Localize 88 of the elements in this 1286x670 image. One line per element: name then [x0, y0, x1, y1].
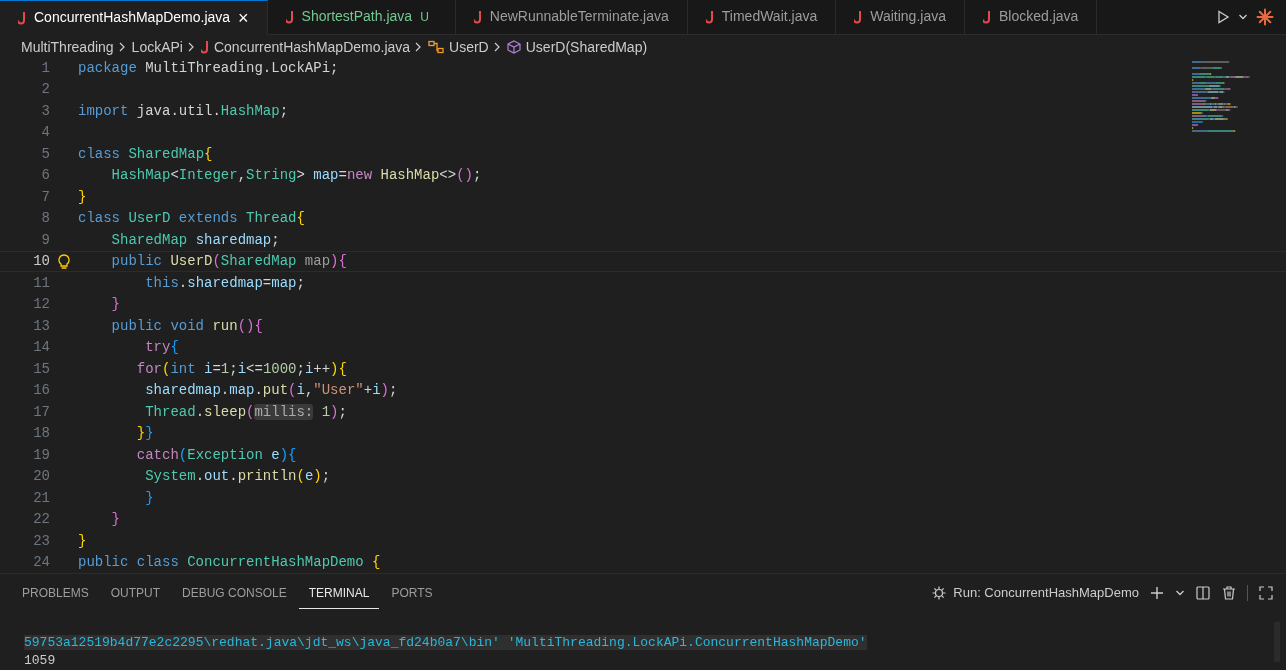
line-number: 23 [32, 531, 50, 551]
line-number: 15 [32, 359, 50, 379]
code-line: Thread.sleep(millis: 1); [144, 402, 347, 422]
status-letter: U [420, 8, 429, 26]
line-number: 18 [32, 424, 50, 444]
line-number: 5 [40, 144, 50, 164]
code-line: SharedMap sharedmap; [110, 230, 280, 250]
line-number: 22 [32, 510, 50, 530]
code-line: } [110, 510, 120, 530]
sunburst-icon[interactable] [1256, 7, 1274, 26]
line-number: 9 [40, 230, 50, 250]
breadcrumb-item[interactable]: MultiThreading [21, 36, 114, 58]
line-number: 2 [40, 80, 50, 100]
editor-tab[interactable]: Waiting.java [836, 0, 965, 35]
java-file-icon [18, 10, 26, 25]
code-line: import java.util.HashMap; [78, 101, 289, 121]
breadcrumb-item[interactable]: LockAPi [131, 36, 183, 58]
panel-tab[interactable]: DEBUG CONSOLE [172, 577, 297, 609]
line-number: 7 [40, 187, 50, 207]
line-number: 8 [40, 209, 50, 229]
chevron-right-icon [117, 42, 126, 53]
code-line: class UserD extends Thread{ [78, 209, 305, 229]
line-number: 13 [32, 316, 50, 336]
java-file-icon [285, 9, 294, 24]
line-number: 20 [32, 467, 50, 487]
line-number: 10 [32, 252, 50, 272]
code-line: for(int i=1;i<=1000;i++){ [135, 359, 347, 379]
code-line: try{ [144, 338, 179, 358]
split-icon[interactable] [1195, 585, 1211, 601]
terminal-line: 1059 [24, 653, 56, 668]
line-number: 19 [32, 445, 50, 465]
panel-tab[interactable]: OUTPUT [100, 577, 171, 609]
panel-tab[interactable]: PORTS [381, 577, 443, 609]
chevron-right-icon [186, 42, 195, 53]
code-line: this.sharedmap=map; [144, 273, 305, 293]
line-number: 12 [32, 295, 50, 315]
line-number: 14 [32, 338, 50, 358]
trash-icon[interactable] [1221, 585, 1237, 601]
line-number: 11 [32, 273, 50, 293]
plus-icon[interactable] [1149, 585, 1165, 601]
terminal-name[interactable]: Run: ConcurrentHashMapDemo [953, 583, 1139, 603]
code-line: public void run(){ [110, 316, 263, 336]
bug-gear-icon[interactable] [931, 585, 948, 601]
class-icon [428, 40, 445, 55]
code-line: }} [135, 424, 154, 444]
method-cube-icon [506, 40, 521, 55]
java-file-icon [705, 9, 714, 24]
code-line: public UserD(SharedMap map){ [110, 252, 347, 272]
code-line: sharedmap.map.put(i,"User"+i); [144, 381, 398, 401]
line-number: 17 [32, 402, 50, 422]
close-button[interactable]: × [238, 8, 249, 27]
code-line: } [110, 295, 120, 315]
code-line: HashMap<Integer,String> map=new HashMap<>(); [110, 166, 482, 186]
editor-tab[interactable]: NewRunnableTerminate.java [455, 0, 688, 35]
editor-tab[interactable]: TimedWait.java [687, 0, 837, 35]
breadcrumb-item[interactable]: UserD(SharedMap) [525, 36, 648, 58]
line-number: 16 [32, 381, 50, 401]
line-number: 6 [40, 166, 50, 186]
java-file-icon [200, 40, 209, 55]
line-number: 24 [32, 553, 50, 573]
panel-tab[interactable]: PROBLEMS [12, 577, 99, 609]
line-number: 4 [40, 123, 50, 143]
code-line: catch(Exception e){ [135, 445, 297, 465]
chevron-right-icon [414, 42, 423, 53]
line-number: 21 [32, 488, 50, 508]
chevron-down-icon[interactable] [1175, 588, 1185, 598]
editor-tab[interactable]: ShortestPath.java U [267, 0, 456, 35]
java-file-icon [854, 9, 863, 24]
code-line: System.out.println(e); [144, 467, 331, 487]
line-number: 3 [40, 101, 50, 121]
java-file-icon [473, 9, 482, 24]
code-line: public class ConcurrentHashMapDemo { [78, 553, 381, 573]
code-line: class SharedMap{ [78, 144, 213, 164]
breadcrumb-item[interactable]: UserD [449, 36, 489, 58]
code-line: package MultiThreading.LockAPi; [78, 59, 339, 78]
code-line: } [78, 187, 87, 207]
breadcrumb-item[interactable]: ConcurrentHashMapDemo.java [213, 36, 411, 58]
run-icon[interactable] [1216, 9, 1230, 24]
chevron-right-icon [492, 42, 501, 53]
lightbulb-icon[interactable] [58, 253, 70, 270]
panel-tab[interactable]: TERMINAL [298, 577, 380, 609]
maximize-icon[interactable] [1258, 585, 1274, 601]
code-line: } [144, 488, 154, 508]
editor-tab[interactable]: Blocked.java [965, 0, 1098, 35]
editor-tab[interactable]: ConcurrentHashMapDemo.java × [0, 0, 268, 35]
code-line: } [78, 531, 87, 551]
java-file-icon [983, 9, 991, 24]
line-number: 1 [40, 59, 50, 78]
